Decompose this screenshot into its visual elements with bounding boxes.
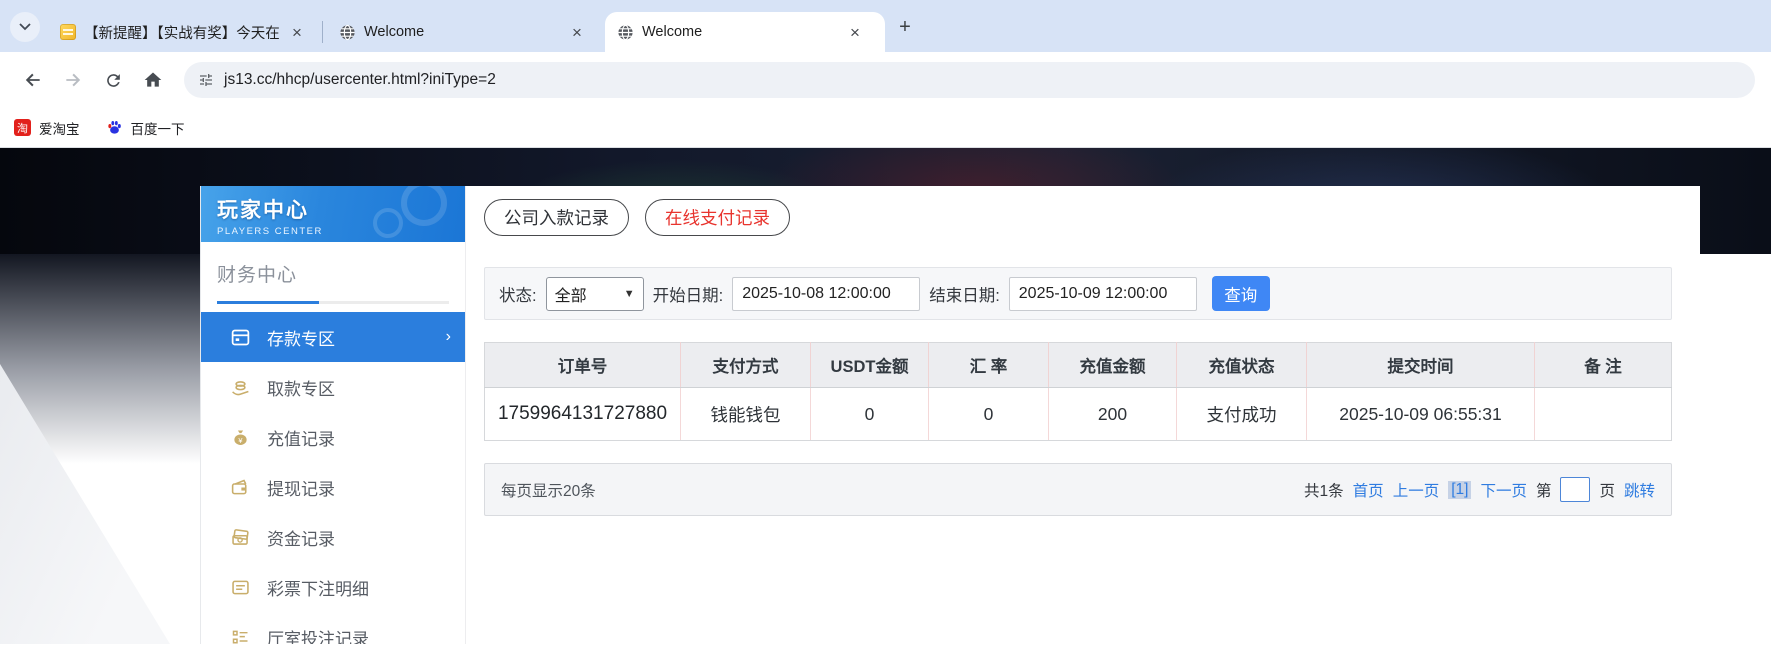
- tab-separator: [322, 21, 323, 43]
- players-center-subtitle: PLAYERS CENTER: [217, 226, 323, 237]
- funds-record-icon: [229, 526, 251, 548]
- chevron-right-icon: ›: [445, 328, 451, 345]
- table-cell: 0: [928, 387, 1049, 441]
- jump-link[interactable]: 跳转: [1624, 479, 1655, 501]
- status-label: 状态:: [499, 286, 537, 305]
- record-type-tabs: 公司入款记录 在线支付记录: [484, 199, 1672, 236]
- site-settings-tune-icon[interactable]: [198, 72, 214, 88]
- tab-close-icon[interactable]: ×: [846, 24, 864, 41]
- address-bar[interactable]: js13.cc/hhcp/usercenter.html?iniType=2: [184, 62, 1755, 98]
- page-size-text: 每页显示20条: [501, 482, 596, 500]
- column-header: 提交时间: [1306, 342, 1535, 388]
- start-date-label: 开始日期:: [652, 286, 724, 305]
- tab-title: Welcome: [364, 24, 425, 40]
- browser-tab-strip: 【新提醒】【实战有奖】今天在 × Welcome × Welcome × +: [0, 0, 1771, 52]
- globe-icon: [340, 24, 355, 40]
- sidebar-menu: 存款专区 › 取款专区 ¥ 充值记录 提现记录 资金记录 彩票下注明细 厅室投注…: [201, 312, 465, 644]
- column-header: 汇 率: [928, 342, 1049, 388]
- forward-icon[interactable]: [56, 63, 90, 97]
- browser-tab-3-active[interactable]: Welcome ×: [605, 12, 885, 52]
- sidebar-item-cashout-record[interactable]: 提现记录: [201, 462, 465, 512]
- bookmarks-bar: 淘 爱淘宝 百度一下: [0, 108, 1771, 148]
- banner-circle-decoration: [373, 208, 403, 238]
- table-cell: 200: [1048, 387, 1177, 441]
- jump-prefix: 第: [1535, 482, 1552, 500]
- first-page-link[interactable]: 首页: [1353, 479, 1384, 501]
- sidebar-item-hall-bet-record[interactable]: 厅室投注记录: [201, 612, 465, 644]
- tab-company-deposit-records[interactable]: 公司入款记录: [484, 199, 629, 236]
- sidebar-item-deposit-zone[interactable]: 存款专区 ›: [201, 312, 465, 362]
- player-center-panel: 玩家中心 PLAYERS CENTER 财务中心 存款专区 › 取款专区 ¥ 充…: [200, 186, 1700, 644]
- tab-close-icon[interactable]: ×: [288, 24, 306, 41]
- pagination-bar: 每页显示20条 共1条 首页 上一页 [1] 下一页 第 页 跳转: [484, 463, 1672, 516]
- column-header: 支付方式: [680, 342, 811, 388]
- column-header: 备 注: [1534, 342, 1672, 388]
- withdraw-icon: [229, 376, 251, 398]
- search-button[interactable]: 查询: [1211, 276, 1270, 311]
- home-icon[interactable]: [136, 63, 170, 97]
- cashout-record-icon: [229, 476, 251, 498]
- sidebar-item-recharge-record[interactable]: ¥ 充值记录: [201, 412, 465, 462]
- browser-tab-1[interactable]: 【新提醒】【实战有奖】今天在 ×: [48, 12, 318, 52]
- url-text: js13.cc/hhcp/usercenter.html?iniType=2: [224, 71, 496, 88]
- column-header: 充值金额: [1048, 342, 1177, 388]
- bookmark-baidu[interactable]: 百度一下: [106, 118, 185, 138]
- taobao-icon: 淘: [14, 119, 31, 136]
- next-page-link[interactable]: 下一页: [1480, 479, 1527, 501]
- column-header: 充值状态: [1176, 342, 1307, 388]
- deposit-icon: [229, 326, 251, 348]
- tab-title: Welcome: [642, 24, 703, 40]
- tab-online-payment-records[interactable]: 在线支付记录: [645, 199, 790, 236]
- jump-suffix: 页: [1599, 482, 1615, 500]
- baidu-paw-icon: [107, 120, 121, 134]
- table-row: 1759964131727880 钱能钱包 0 0 200 支付成功 2025-10-09 …: [484, 387, 1672, 441]
- sidebar-banner: 玩家中心 PLAYERS CENTER: [201, 186, 465, 242]
- sidebar: 玩家中心 PLAYERS CENTER 财务中心 存款专区 › 取款专区 ¥ 充…: [201, 186, 466, 644]
- filter-bar: 状态: 全部 ▼ 开始日期: 结束日期: 查询: [484, 267, 1672, 320]
- table-cell: [1534, 387, 1672, 441]
- sidebar-item-withdraw-zone[interactable]: 取款专区: [201, 362, 465, 412]
- back-icon[interactable]: [16, 63, 50, 97]
- table-body: 1759964131727880 钱能钱包 0 0 200 支付成功 2025-10-09 …: [484, 387, 1672, 441]
- records-content: 公司入款记录 在线支付记录 状态: 全部 ▼ 开始日期: 结束日期: 查询 订单…: [466, 186, 1700, 644]
- lottery-detail-icon: [229, 576, 251, 598]
- column-header: USDT金额: [810, 342, 929, 388]
- webpage-viewport: 玩家中心 PLAYERS CENTER 财务中心 存款专区 › 取款专区 ¥ 充…: [0, 148, 1771, 644]
- globe-icon: [618, 24, 633, 40]
- column-header: 订单号: [484, 342, 681, 388]
- reload-icon[interactable]: [96, 63, 130, 97]
- table-cell: 1759964131727880: [484, 387, 681, 441]
- jump-page-input[interactable]: [1560, 477, 1591, 502]
- browser-tab-2[interactable]: Welcome ×: [327, 12, 605, 52]
- end-date-label: 结束日期:: [929, 286, 1000, 305]
- records-table: 订单号 支付方式 USDT金额汇 率充值金额 充值状态 提交时间备 注 17599641…: [484, 342, 1672, 441]
- status-select[interactable]: 全部 ▼: [545, 276, 644, 311]
- end-date-input[interactable]: [1008, 276, 1197, 311]
- sidebar-item-funds-record[interactable]: 资金记录: [201, 512, 465, 562]
- bookmark-aitaobao[interactable]: 淘 爱淘宝: [14, 118, 80, 138]
- table-cell: 2025-10-09 06:55:31: [1306, 387, 1535, 441]
- total-count-text: 共1条: [1304, 482, 1344, 500]
- browser-toolbar: js13.cc/hhcp/usercenter.html?iniType=2: [0, 52, 1771, 108]
- tab-title: 【新提醒】【实战有奖】今天在: [84, 25, 280, 42]
- current-page-indicator: [1]: [1448, 480, 1472, 499]
- chevron-down-icon: ▼: [623, 287, 635, 300]
- tab-close-icon[interactable]: ×: [568, 24, 586, 41]
- finance-section-header: 财务中心: [201, 242, 465, 304]
- table-cell: 钱能钱包: [680, 387, 811, 441]
- table-header-row: 订单号 支付方式 USDT金额汇 率充值金额 充值状态 提交时间备 注: [484, 342, 1672, 388]
- table-cell: 0: [810, 387, 929, 441]
- hall-bet-record-icon: [229, 626, 251, 644]
- prev-page-link[interactable]: 上一页: [1393, 479, 1440, 501]
- chat-yellow-icon: [60, 24, 76, 40]
- recharge-record-icon: ¥: [229, 426, 251, 448]
- table-cell: 支付成功: [1176, 387, 1307, 441]
- tab-search-chevron-icon[interactable]: [10, 12, 40, 42]
- sidebar-item-lottery-bet-detail[interactable]: 彩票下注明细: [201, 562, 465, 612]
- start-date-input[interactable]: [732, 276, 921, 311]
- new-tab-button[interactable]: +: [891, 13, 919, 41]
